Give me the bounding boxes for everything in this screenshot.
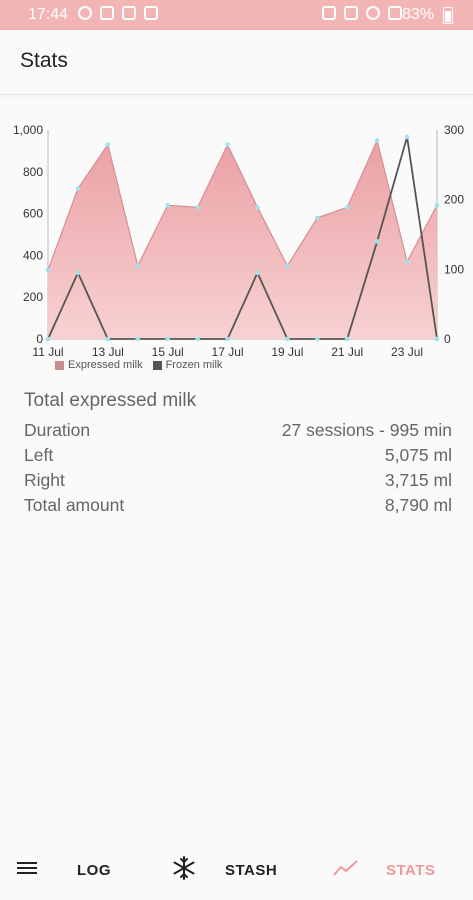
data-point-frozen: [165, 336, 170, 342]
x-tick-label: 11 Jul: [32, 345, 63, 359]
snowflake-icon: [171, 855, 197, 885]
data-point-expressed: [195, 205, 200, 210]
list-icon: [16, 858, 40, 882]
x-tick-label: 17 Jul: [212, 345, 244, 359]
y-left-tick-label: 1,000: [13, 123, 43, 137]
legend-item-frozen: Frozen milk: [152, 359, 223, 371]
data-point-expressed: [434, 202, 440, 208]
data-point-frozen: [45, 336, 51, 342]
summary-label: Right: [24, 470, 65, 490]
data-point-expressed: [225, 142, 230, 147]
chart-legend: Expressed milk Frozen milk: [55, 359, 222, 371]
y-left-tick-label: 0: [36, 332, 43, 346]
data-point-frozen: [135, 336, 141, 342]
data-point-expressed: [285, 263, 290, 269]
stats-chart: 0 200 400 600 800 1,000 0 100 200 300 11 Jul 13 Jul…: [0, 110, 473, 380]
data-point-frozen: [374, 239, 380, 244]
summary-value: 3,715 ml: [384, 470, 452, 490]
data-point-frozen: [344, 336, 350, 342]
y-right-tick-label: 300: [444, 123, 464, 137]
data-point-expressed: [75, 186, 81, 191]
signal-icon: [388, 6, 402, 20]
y-right-tick-label: 100: [444, 262, 464, 276]
data-point-expressed: [135, 263, 141, 269]
summary-label: Duration: [24, 420, 91, 440]
summary-value: 8,790 ml: [384, 495, 452, 515]
summary-row-right: Right 3,715 ml: [24, 468, 452, 493]
data-point-frozen: [404, 134, 410, 140]
vibrate-icon: [344, 6, 358, 20]
data-point-expressed: [45, 267, 51, 273]
legend-swatch-expressed: [55, 360, 64, 370]
data-point-expressed: [165, 202, 170, 208]
bluetooth-icon: [322, 6, 336, 20]
summary-row-total: Total amount 8,790 ml: [24, 493, 452, 518]
summary-value: 27 sessions - 995 min: [281, 420, 452, 440]
battery-icon: [443, 7, 453, 24]
nav-label-stats: STATS: [386, 861, 436, 879]
data-point-expressed: [255, 205, 260, 210]
data-point-frozen: [285, 336, 290, 342]
summary-label: Total amount: [24, 495, 125, 515]
y-right-tick-label: 0: [444, 332, 451, 346]
chart-svg: 0 200 400 600 800 1,000 0 100 200 300 11 Jul 13 Jul…: [13, 123, 464, 359]
x-tick-label: 15 Jul: [152, 345, 184, 359]
nav-label-stash: STASH: [225, 861, 278, 879]
summary-title: Total expressed milk: [24, 390, 197, 411]
legend-swatch-frozen: [152, 360, 162, 370]
status-bar: 17:44 83%: [0, 0, 473, 30]
y-left-tick-label: 800: [23, 165, 43, 179]
x-tick-label: 13 Jul: [92, 345, 124, 359]
data-point-expressed: [344, 205, 350, 210]
data-point-frozen: [315, 336, 320, 342]
data-point-frozen: [255, 270, 260, 276]
nav-label-log: LOG: [77, 861, 111, 879]
nav-item-log[interactable]: LOG: [16, 840, 111, 900]
status-time: 17:44: [28, 6, 69, 23]
data-point-frozen: [105, 336, 111, 342]
sim-icon: [122, 6, 136, 20]
notification-icon: [78, 6, 92, 20]
wifi-icon: [366, 6, 380, 20]
sd-card-icon: [144, 6, 158, 20]
data-point-frozen: [225, 336, 230, 342]
summary-section: Total expressed milk Duration 27 session…: [24, 390, 452, 518]
bottom-nav: LOG STASH STATS: [0, 840, 473, 900]
summary-value: 5,075 ml: [384, 445, 452, 465]
summary-row-duration: Duration 27 sessions - 995 min: [24, 418, 452, 443]
x-tick-label: 19 Jul: [271, 345, 303, 359]
nav-item-stash[interactable]: STASH: [171, 840, 277, 900]
data-point-frozen: [75, 270, 81, 276]
data-point-frozen: [434, 336, 440, 342]
page-title: Stats: [20, 49, 68, 72]
trend-icon: [333, 858, 359, 882]
data-point-frozen: [195, 336, 200, 342]
summary-label: Left: [24, 445, 54, 465]
status-right-icons: [322, 6, 402, 20]
data-point-expressed: [404, 259, 410, 264]
data-point-expressed: [105, 142, 111, 147]
legend-item-expressed: Expressed milk: [55, 359, 143, 371]
y-right-tick-label: 200: [444, 193, 464, 207]
x-tick-label: 23 Jul: [391, 345, 423, 359]
x-tick-label: 21 Jul: [331, 345, 363, 359]
y-left-tick-label: 600: [23, 207, 43, 221]
data-point-expressed: [374, 138, 380, 143]
app-bar: Stats: [0, 30, 473, 95]
data-point-expressed: [315, 215, 320, 221]
summary-row-left: Left 5,075 ml: [24, 443, 452, 468]
status-left-icons: [78, 6, 158, 20]
y-left-tick-label: 200: [23, 290, 43, 304]
legend-label-expressed: Expressed milk: [68, 359, 143, 371]
nav-item-stats[interactable]: STATS: [333, 840, 435, 900]
legend-label-frozen: Frozen milk: [165, 359, 223, 371]
image-icon: [100, 6, 114, 20]
battery-percentage: 83%: [402, 6, 435, 23]
y-left-tick-label: 400: [23, 248, 43, 262]
